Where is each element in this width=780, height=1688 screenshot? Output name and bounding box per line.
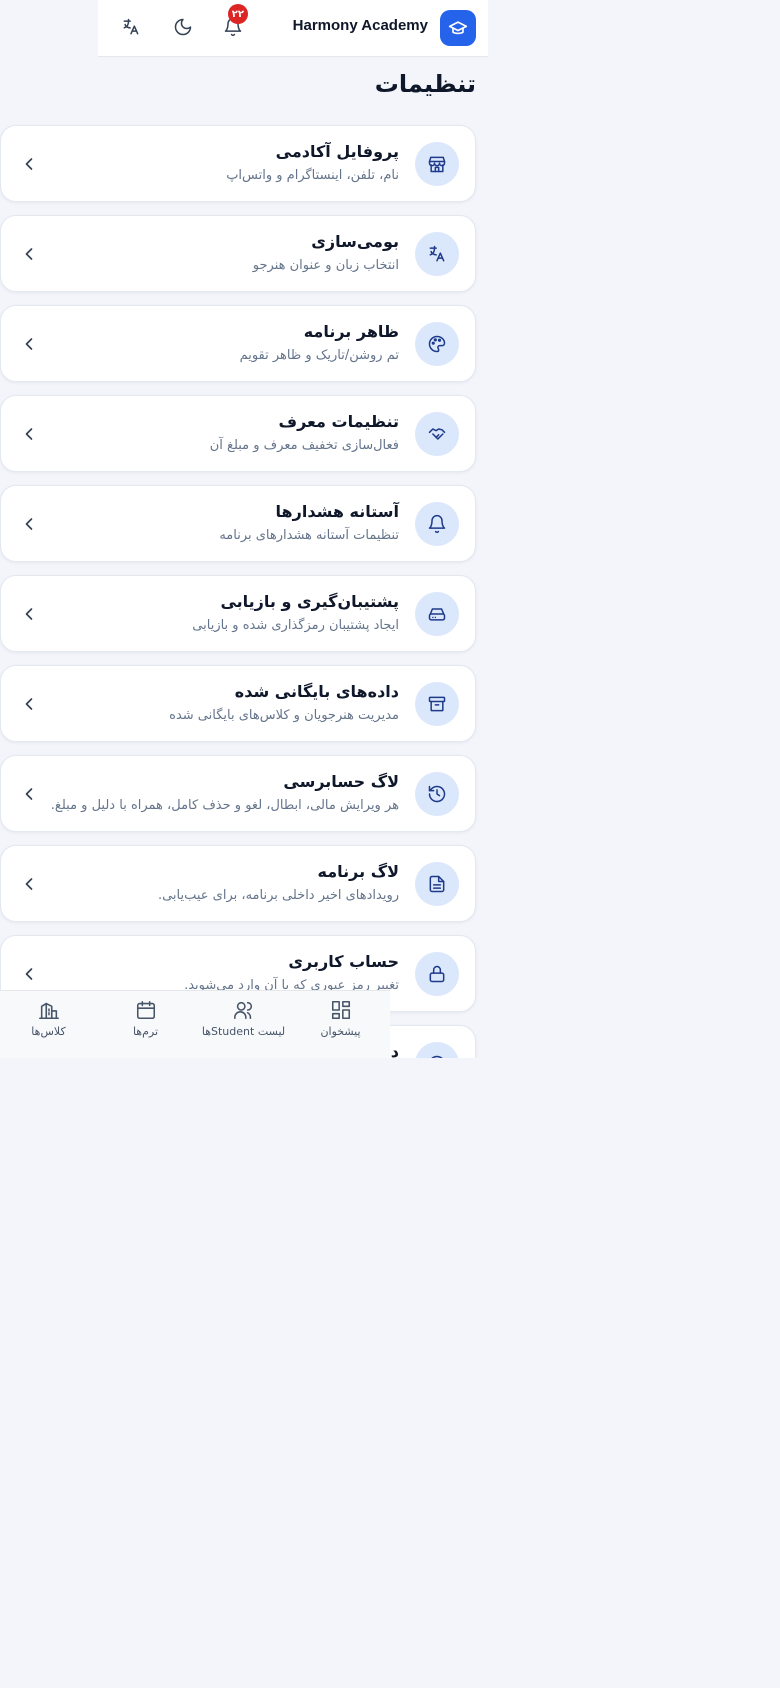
settings-item-title: پروفایل آکادمی [275, 142, 399, 161]
settings-item-subtitle: هر ویرایش مالی، ابطال، لغو و حذف کامل، ه… [50, 798, 399, 813]
nav-item-label: پیشخوان [320, 1025, 361, 1038]
settings-list: پروفایل آکادمی نام، تلفن، اینستاگرام و و… [0, 125, 476, 1058]
settings-item-audit-log[interactable]: لاگ حسابرسی هر ویرایش مالی، ابطال، لغو و… [0, 755, 476, 832]
settings-item-localization[interactable]: بومی‌سازی انتخاب زبان و عنوان هنرجو [0, 215, 476, 292]
settings-item-title: تنظیمات معرف [278, 412, 399, 431]
settings-item-title: د [390, 1042, 399, 1058]
chevron-left-icon [25, 338, 33, 350]
settings-item-title: پشتیبان‌گیری و بازیابی [220, 592, 399, 611]
chevron-left-icon [25, 428, 33, 440]
chevron-left-icon [25, 158, 33, 170]
info-icon [415, 1042, 459, 1058]
hard-drive-icon [415, 592, 459, 636]
settings-item-title: لاگ برنامه [317, 862, 399, 881]
handshake-icon [415, 412, 459, 456]
building-icon [38, 1002, 59, 1020]
calendar-icon [136, 1000, 155, 1020]
users-icon [233, 1001, 252, 1020]
lock-icon [415, 952, 459, 996]
settings-item-title: آستانه هشدارها [275, 502, 399, 521]
bottom-nav: پیشخوان لیست Studentها ترم‌ها کلاس‌ها [0, 990, 390, 1058]
translate-icon [123, 18, 139, 35]
settings-item-app-log[interactable]: لاگ برنامه رویدادهای اخیر داخلی برنامه، … [0, 845, 476, 922]
chevron-left-icon [25, 788, 33, 800]
nav-item-classes[interactable]: کلاس‌ها [0, 999, 97, 1055]
chevron-left-icon [25, 518, 33, 530]
history-icon [415, 772, 459, 816]
settings-item-title: حساب کاربری [288, 952, 399, 971]
chevron-left-icon [25, 608, 33, 620]
nav-item-label: لیست Studentها [201, 1025, 286, 1038]
app-name: Harmony Academy [292, 17, 428, 34]
chevron-left-icon [25, 968, 33, 980]
settings-item-subtitle: نام، تلفن، اینستاگرام و واتس‌اپ [226, 168, 399, 183]
store-icon [415, 142, 459, 186]
settings-item-subtitle: تم روشن/تاریک و ظاهر تقویم [239, 348, 399, 363]
translate-icon [415, 232, 459, 276]
settings-item-title: ظاهر برنامه [303, 322, 399, 341]
nav-item-students[interactable]: لیست Studentها [195, 999, 292, 1055]
nav-item-terms[interactable]: ترم‌ها [97, 999, 194, 1055]
settings-item-title: لاگ حسابرسی [283, 772, 399, 791]
app-viewport: Harmony Academy ۲۲ تنظیمات پروفایل آکادم… [0, 0, 488, 1058]
chevron-left-icon [25, 698, 33, 710]
chevron-left-icon [25, 878, 33, 890]
palette-icon [415, 322, 459, 366]
settings-item-appearance[interactable]: ظاهر برنامه تم روشن/تاریک و ظاهر تقویم [0, 305, 476, 382]
settings-item-backup-restore[interactable]: پشتیبان‌گیری و بازیابی ایجاد پشتیبان رمز… [0, 575, 476, 652]
moon-icon [174, 18, 192, 36]
settings-item-subtitle: ایجاد پشتیبان رمزگذاری شده و بازیابی [192, 618, 399, 633]
settings-item-subtitle: رویدادهای اخیر داخلی برنامه، برای عیب‌یا… [157, 888, 399, 903]
settings-item-subtitle: انتخاب زبان و عنوان هنرجو [252, 258, 399, 273]
settings-item-subtitle: مدیریت هنرجویان و کلاس‌های بایگانی شده [169, 708, 399, 723]
settings-item-subtitle: تنظیمات آستانه هشدارهای برنامه [219, 528, 399, 543]
archive-icon [415, 682, 459, 726]
settings-item-archived-data[interactable]: داده‌های بایگانی شده مدیریت هنرجویان و ک… [0, 665, 476, 742]
notification-badge: ۲۲ [227, 4, 248, 24]
nav-item-dashboard[interactable]: پیشخوان [292, 999, 389, 1055]
dashboard-icon [331, 1000, 350, 1020]
settings-item-referral[interactable]: تنظیمات معرف فعال‌سازی تخفیف معرف و مبلغ… [0, 395, 476, 472]
file-text-icon [415, 862, 459, 906]
settings-item-alert-thresholds[interactable]: آستانه هشدارها تنظیمات آستانه هشدارهای ب… [0, 485, 476, 562]
theme-toggle-button[interactable] [168, 12, 198, 42]
language-button[interactable] [116, 12, 146, 42]
settings-item-title: داده‌های بایگانی شده [234, 682, 399, 701]
settings-item-academy-profile[interactable]: پروفایل آکادمی نام، تلفن، اینستاگرام و و… [0, 125, 476, 202]
settings-item-subtitle: فعال‌سازی تخفیف معرف و مبلغ آن [209, 438, 399, 453]
settings-item-title: بومی‌سازی [311, 232, 399, 251]
graduation-cap-icon[interactable] [440, 10, 476, 46]
notifications-button[interactable]: ۲۲ [218, 4, 248, 42]
top-bar: Harmony Academy ۲۲ [98, 0, 488, 57]
nav-item-label: کلاس‌ها [31, 1025, 66, 1038]
bell-icon [415, 502, 459, 546]
chevron-left-icon [25, 248, 33, 260]
nav-item-label: ترم‌ها [132, 1025, 159, 1038]
page-title: تنظیمات [374, 70, 476, 98]
